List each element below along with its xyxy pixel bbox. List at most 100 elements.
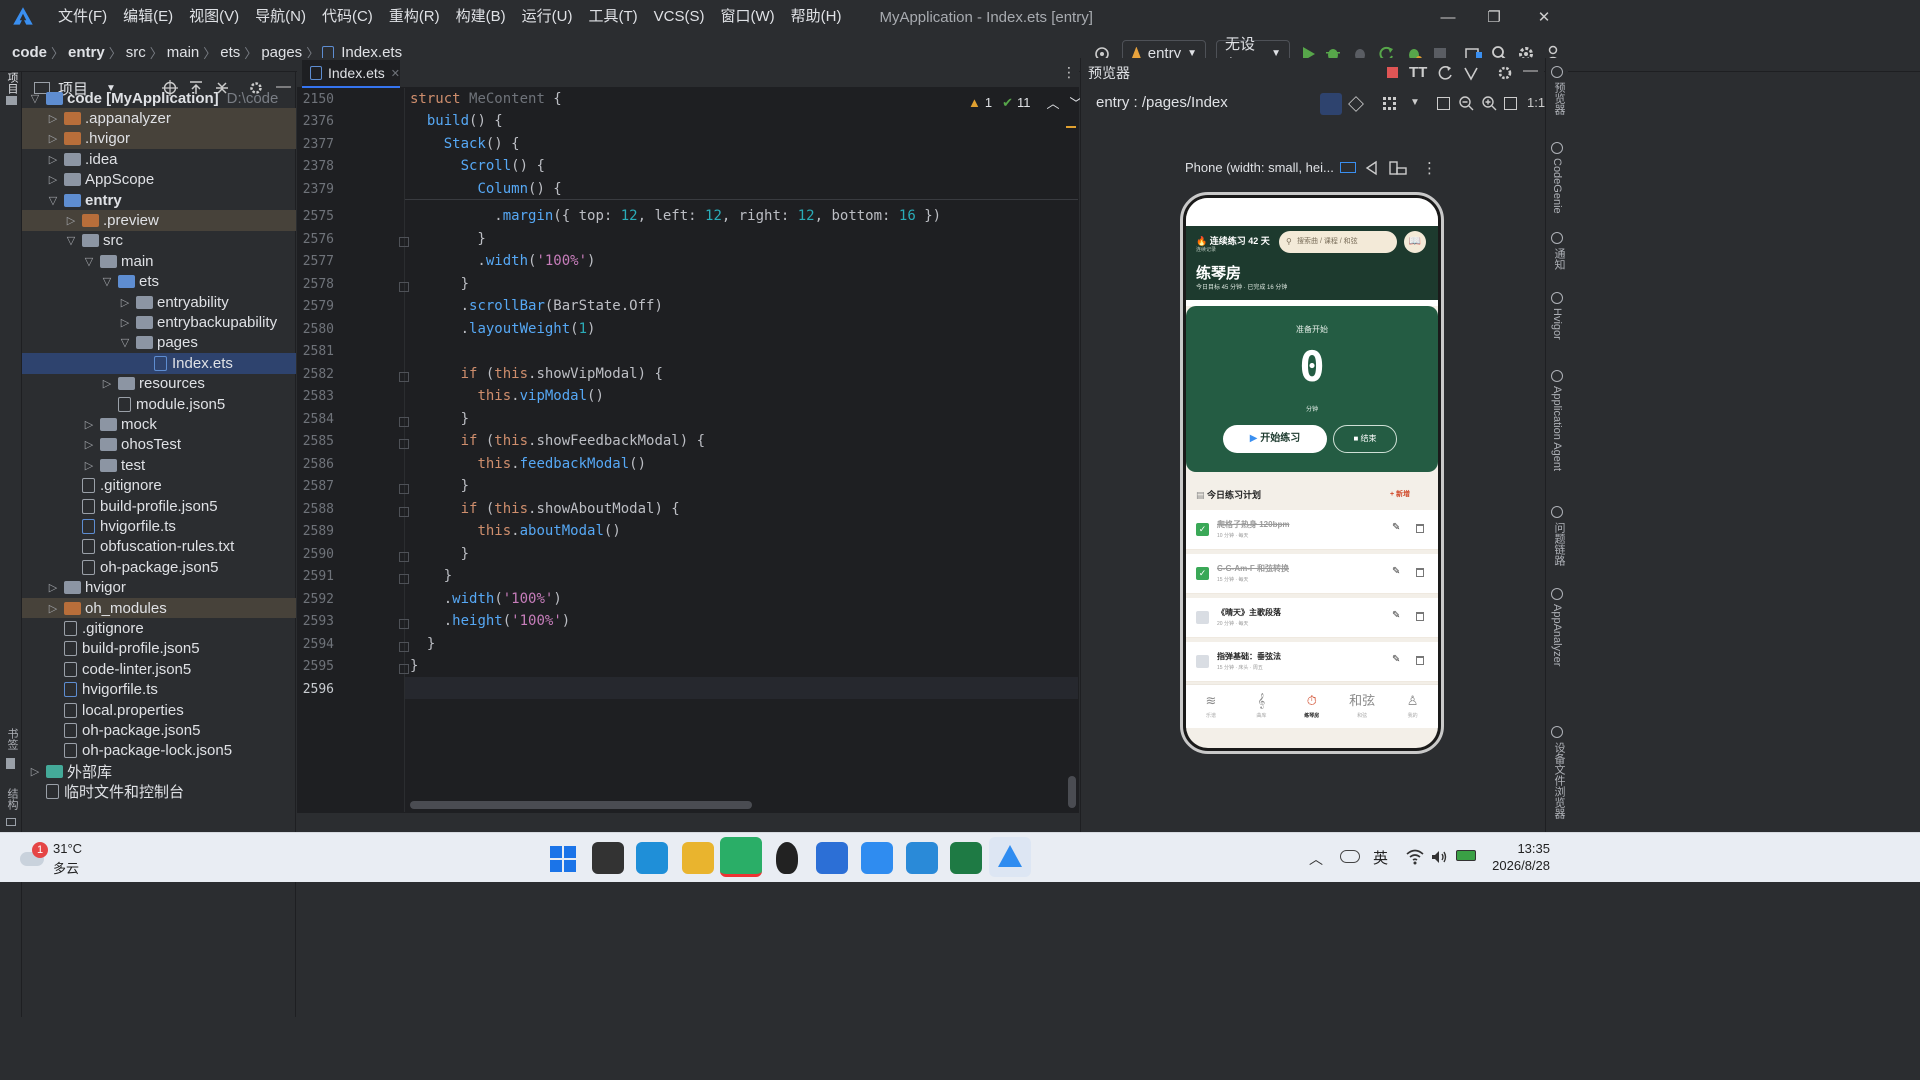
device-frame-icon[interactable]: [1340, 162, 1356, 173]
fold-marker-icon[interactable]: [399, 439, 409, 449]
fold-marker-icon[interactable]: [399, 664, 409, 674]
menu-item-4[interactable]: 代码(C): [314, 0, 381, 34]
inspection-widget[interactable]: ▲ 1 ✔ 11 ︿ ﹀: [968, 93, 1083, 112]
fit-screen-icon[interactable]: [1437, 97, 1450, 110]
zoom-out-icon[interactable]: [1458, 95, 1474, 111]
restore-icon[interactable]: ❐: [1466, 0, 1522, 34]
code-line[interactable]: }: [410, 276, 469, 292]
chevron-down-icon[interactable]: ▼: [1410, 97, 1420, 108]
start-practice-button[interactable]: ▶ 开始练习: [1223, 425, 1327, 453]
tool-window-label[interactable]: 问题链路: [1551, 522, 1567, 566]
chevron-down-icon[interactable]: ▽: [100, 275, 114, 288]
breadcrumb-item[interactable]: ets: [216, 44, 244, 61]
chevron-right-icon[interactable]: ▷: [118, 316, 132, 329]
close-icon[interactable]: ✕: [1516, 0, 1572, 34]
plan-checkbox[interactable]: [1196, 655, 1209, 668]
plan-checkbox[interactable]: ✓: [1196, 567, 1209, 580]
code-line[interactable]: }: [410, 231, 485, 247]
chevron-down-icon[interactable]: ▽: [46, 194, 60, 207]
fold-marker-icon[interactable]: [399, 484, 409, 494]
fold-marker-icon[interactable]: [399, 619, 409, 629]
vertical-scrollbar[interactable]: [1068, 776, 1076, 808]
end-practice-button[interactable]: ■ 结束: [1333, 425, 1397, 453]
back-icon[interactable]: [1364, 160, 1380, 176]
search-input[interactable]: ⚲ 搜索曲 / 课程 / 和弦: [1279, 231, 1397, 253]
chevron-right-icon[interactable]: ▷: [118, 296, 132, 309]
code-line[interactable]: if (this.showAboutModal) {: [410, 501, 680, 517]
tree-item[interactable]: ▷ .preview: [22, 210, 296, 231]
tool-window-icon[interactable]: [1551, 66, 1563, 78]
tree-item[interactable]: ▷ entryability: [22, 292, 296, 312]
code-line[interactable]: struct MeContent {: [410, 91, 562, 107]
tree-item[interactable]: ▷ test: [22, 455, 296, 475]
wechat-icon[interactable]: [720, 837, 762, 877]
chevron-right-icon[interactable]: ▷: [100, 377, 114, 390]
code-line[interactable]: }: [410, 636, 435, 652]
menu-item-9[interactable]: VCS(S): [646, 0, 713, 34]
code-line[interactable]: .scrollBar(BarState.Off): [410, 298, 663, 314]
code-line[interactable]: }: [410, 478, 469, 494]
tool-window-icon[interactable]: [1551, 142, 1563, 154]
tree-item[interactable]: oh-package-lock.json5: [22, 741, 296, 761]
weather-desc[interactable]: 多云: [53, 858, 79, 877]
clock-time[interactable]: 13:35: [1470, 841, 1550, 856]
trash-icon[interactable]: [1416, 612, 1424, 621]
tree-item[interactable]: module.json5: [22, 394, 296, 414]
chevron-right-icon[interactable]: ▷: [64, 214, 78, 227]
code-line[interactable]: Column() {: [410, 181, 561, 197]
preview-mode-icon[interactable]: [1320, 93, 1342, 115]
edge-icon[interactable]: [636, 842, 668, 874]
horizontal-scrollbar[interactable]: [410, 801, 752, 809]
plan-item[interactable]: ✓ 爬格子热身 120bpm 10 分钟 · 每天 ✎: [1186, 510, 1438, 550]
breadcrumb-item[interactable]: code: [8, 44, 51, 61]
code-line[interactable]: Stack() {: [410, 136, 520, 152]
tree-item[interactable]: ▽ ets: [22, 272, 296, 292]
code-line[interactable]: .layoutWeight(1): [410, 321, 596, 337]
menu-item-2[interactable]: 视图(V): [181, 0, 247, 34]
edit-icon[interactable]: ✎: [1392, 522, 1400, 533]
tree-item[interactable]: oh-package.json5: [22, 557, 296, 577]
clock-date[interactable]: 2026/8/28: [1470, 858, 1550, 873]
breadcrumb-item[interactable]: src: [122, 44, 150, 61]
tree-item[interactable]: .gitignore: [22, 476, 296, 496]
chevron-down-icon[interactable]: ▽: [64, 234, 78, 247]
tool-window-icon[interactable]: [1551, 292, 1563, 304]
tree-item[interactable]: oh-package.json5: [22, 720, 296, 740]
app-tab[interactable]: 𝄞 曲库: [1236, 693, 1286, 719]
menu-item-8[interactable]: 工具(T): [580, 0, 645, 34]
tool-window-label[interactable]: Application Agent: [1551, 386, 1563, 471]
phone-screen[interactable]: 🔥 连续练习 42 天 连续记录 ⚲ 搜索曲 / 课程 / 和弦 📖 练琴房 今…: [1186, 198, 1438, 748]
prev-highlight-icon[interactable]: ︿: [1047, 93, 1060, 112]
chevron-down-icon[interactable]: ▽: [118, 336, 132, 349]
breadcrumb-item[interactable]: main: [163, 44, 204, 61]
tree-item[interactable]: Index.ets: [22, 353, 296, 374]
code-line[interactable]: .margin({ top: 12, left: 12, right: 12, …: [410, 208, 941, 224]
plan-item[interactable]: ✓ C-G-Am-F 和弦转换 15 分钟 · 每天 ✎: [1186, 554, 1438, 594]
tool-window-icon[interactable]: [1551, 370, 1563, 382]
plan-checkbox[interactable]: ✓: [1196, 523, 1209, 536]
menu-item-1[interactable]: 编辑(E): [115, 0, 181, 34]
tree-item[interactable]: ▽ src: [22, 231, 296, 251]
vscode-icon[interactable]: [906, 842, 938, 874]
tray-chevron-up-icon[interactable]: ︿: [1309, 849, 1323, 869]
plan-checkbox[interactable]: [1196, 611, 1209, 624]
font-size-icon[interactable]: TT: [1409, 64, 1427, 81]
task-view-icon[interactable]: [592, 842, 624, 874]
tree-item[interactable]: ▷ AppScope: [22, 170, 296, 190]
tree-item[interactable]: obfuscation-rules.txt: [22, 537, 296, 557]
menu-item-3[interactable]: 导航(N): [247, 0, 314, 34]
plan-item[interactable]: 指弹基础：垂弦法 15 分钟 · 床头 · 周五 ✎: [1186, 642, 1438, 682]
app-tab[interactable]: ⏱ 练琴房: [1287, 693, 1337, 719]
harmony-ide-icon[interactable]: [989, 837, 1031, 877]
tool-window-label[interactable]: Hvigor: [1551, 308, 1563, 340]
menu-item-11[interactable]: 帮助(H): [783, 0, 850, 34]
fold-marker-icon[interactable]: [399, 417, 409, 427]
volume-icon[interactable]: [1430, 848, 1448, 866]
code-line[interactable]: this.aboutModal(): [410, 523, 620, 539]
inspector-icon[interactable]: [1462, 64, 1480, 82]
menu-item-6[interactable]: 构建(B): [448, 0, 514, 34]
trash-icon[interactable]: [1416, 524, 1424, 533]
tree-item[interactable]: ▷ oh_modules: [22, 598, 296, 619]
tree-item[interactable]: build-profile.json5: [22, 496, 296, 516]
code-line[interactable]: Scroll() {: [410, 158, 545, 174]
